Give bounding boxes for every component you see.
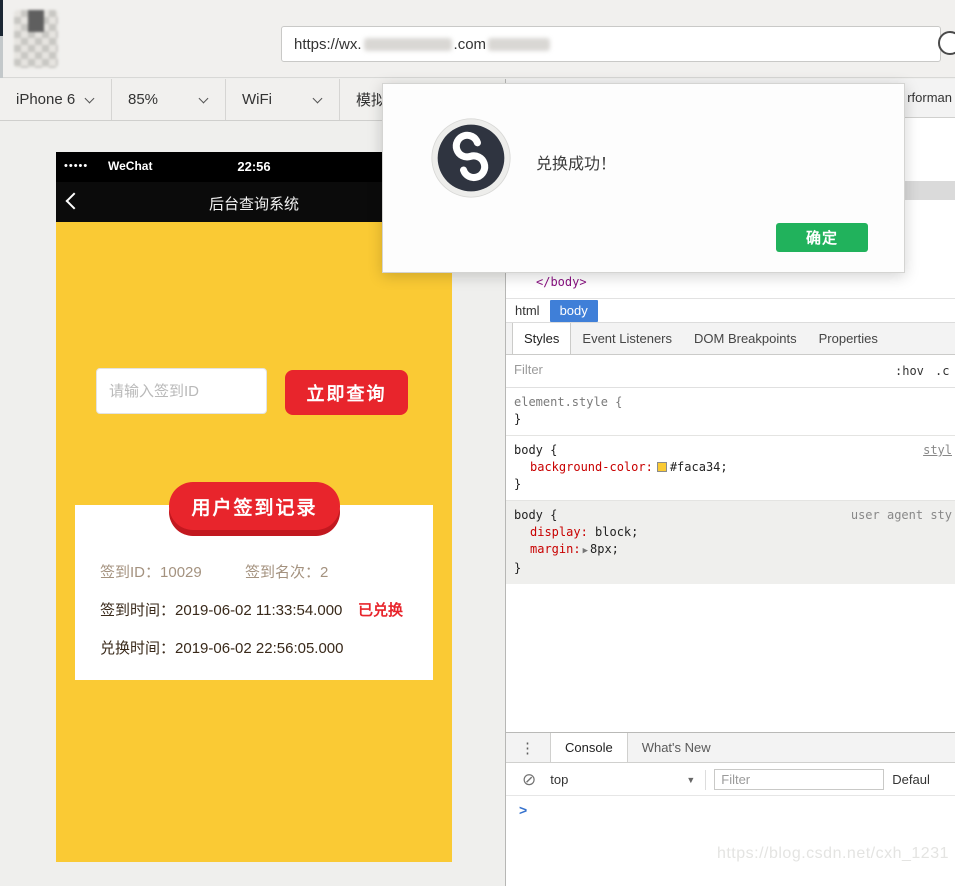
redeem-time: 兑换时间：2019-06-02 22:56:05.000 <box>100 640 344 657</box>
class-toggle[interactable]: .c <box>935 364 949 378</box>
chevron-down-icon <box>312 93 323 104</box>
window-edge <box>0 36 3 78</box>
divider <box>705 769 707 790</box>
avatar <box>14 10 58 68</box>
breadcrumb-html[interactable]: html <box>515 303 540 318</box>
zoom-select[interactable]: 85% <box>112 79 226 120</box>
chevron-down-icon <box>84 93 95 104</box>
app-body: 立即查询 用户签到记录 签到ID：10029 签到名次：2 签到时间：2019-… <box>56 222 452 862</box>
network-select[interactable]: WiFi <box>226 79 340 120</box>
record-badge: 用户签到记录 <box>169 482 340 530</box>
breadcrumb: html body <box>506 298 955 323</box>
console-drawer-tabs: ⋮ Console What's New <box>506 732 955 763</box>
user-agent-origin: user agent sty <box>850 508 952 522</box>
dialog-message: 兑换成功！ <box>536 156 617 173</box>
css-property[interactable]: display: block; <box>514 524 948 541</box>
tab-performance-fragment[interactable]: rforman <box>907 90 952 105</box>
stylesheet-link[interactable]: styl <box>923 442 952 459</box>
styles-filter-input[interactable] <box>514 362 814 377</box>
tab-whats-new[interactable]: What's New <box>628 733 725 762</box>
console-toolbar: ⊘ top ▼ Defaul <box>506 764 955 796</box>
query-button[interactable]: 立即查询 <box>285 370 408 415</box>
success-dialog: 兑换成功！ 确定 <box>382 83 905 273</box>
tab-event-listeners[interactable]: Event Listeners <box>571 323 683 354</box>
expand-arrow-icon[interactable]: ▶ <box>583 546 588 556</box>
rule-body-author[interactable]: body {styl background-color: #faca34; } <box>506 436 955 501</box>
window-header: https://wx. .com <box>0 0 955 78</box>
console-filter-input[interactable] <box>714 769 885 790</box>
url-input[interactable]: https://wx. .com <box>281 26 941 62</box>
tab-styles[interactable]: Styles <box>512 323 572 354</box>
styles-filter-row: :hov .c <box>506 355 955 388</box>
rule-element-style[interactable]: element.style { } <box>506 388 955 436</box>
confirm-button[interactable]: 确定 <box>776 223 868 252</box>
url-prefix: https://wx. <box>294 35 362 53</box>
url-blurred-segment <box>363 37 452 51</box>
log-levels-select[interactable]: Defaul <box>892 772 930 787</box>
color-swatch[interactable] <box>656 462 667 472</box>
breadcrumb-body[interactable]: body <box>549 299 598 322</box>
signin-id: 签到ID：10029 <box>100 564 202 581</box>
signin-rank: 签到名次：2 <box>245 564 329 581</box>
styles-pane: element.style { } body {styl background-… <box>506 388 955 584</box>
sidebar-tabs: Styles Event Listeners DOM Breakpoints P… <box>506 323 955 355</box>
clear-console-icon[interactable]: ⊘ <box>522 771 536 788</box>
window-edge-accent <box>0 0 3 36</box>
chevron-down-icon <box>198 93 209 104</box>
device-select[interactable]: iPhone 6 <box>0 79 112 120</box>
kebab-menu-icon[interactable]: ⋮ <box>506 733 550 762</box>
rule-body-user-agent[interactable]: body {user agent sty display: block; mar… <box>506 501 955 584</box>
console-prompt[interactable]: > <box>519 802 527 818</box>
record-card: 签到ID：10029 签到名次：2 签到时间：2019-06-02 11:33:… <box>75 505 433 680</box>
signin-id-input[interactable] <box>96 368 267 414</box>
redeemed-status-badge: 已兑换 <box>358 602 404 619</box>
miniprogram-logo-icon <box>431 118 511 198</box>
tab-dom-breakpoints[interactable]: DOM Breakpoints <box>683 323 808 354</box>
dom-body-closing-tag[interactable]: </body> <box>536 275 587 289</box>
css-property[interactable]: background-color: #faca34; <box>514 459 948 476</box>
simulator-window: https://wx. .com iPhone 6 85% WiFi 模拟操 rf… <box>0 0 955 886</box>
context-selector[interactable]: top <box>550 772 568 787</box>
signin-time: 签到时间：2019-06-02 11:33:54.000 <box>100 602 343 619</box>
url-blurred-segment <box>488 37 551 51</box>
url-domain: .com <box>453 35 487 53</box>
css-property[interactable]: margin: ▶ 8px; <box>514 541 948 560</box>
tab-properties[interactable]: Properties <box>808 323 889 354</box>
tab-console[interactable]: Console <box>550 733 628 762</box>
context-dropdown-icon[interactable]: ▼ <box>686 775 695 785</box>
search-icon[interactable] <box>938 31 955 55</box>
hover-state-toggle[interactable]: :hov <box>895 364 924 378</box>
